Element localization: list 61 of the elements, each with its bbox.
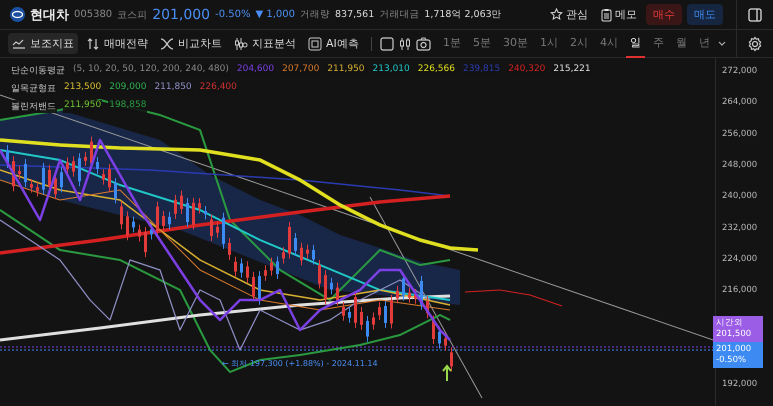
square-icon[interactable] bbox=[380, 36, 394, 50]
up-arrow-marker bbox=[442, 364, 452, 382]
watch-button[interactable]: 관심 bbox=[546, 7, 592, 22]
settings-icon[interactable] bbox=[747, 36, 763, 52]
toolbar-tab[interactable]: 보조지표 bbox=[8, 33, 78, 54]
indicator-value: 211,950 bbox=[63, 100, 102, 113]
amount-label: 거래대금 bbox=[379, 8, 420, 21]
toolbar-tab[interactable]: 매매전략 bbox=[82, 33, 152, 54]
toolbar-tab[interactable]: 지표분석 bbox=[230, 33, 300, 54]
axis-label: 264,000 bbox=[722, 97, 758, 108]
indicator-name: 볼린저밴드 bbox=[10, 100, 57, 113]
sliders-icon bbox=[234, 36, 248, 50]
toolbar-tab[interactable]: AI예측 bbox=[304, 33, 363, 54]
candlestick-icon[interactable] bbox=[398, 36, 412, 50]
period-tab[interactable]: 일 bbox=[626, 29, 645, 58]
period-tab[interactable]: 월 bbox=[672, 29, 691, 58]
after-hours-price-tag: 시간외 201,500 bbox=[713, 316, 763, 342]
stock-code: 005380 bbox=[74, 9, 112, 20]
period-tab[interactable]: 1분 bbox=[439, 29, 465, 58]
up-down-arrows-icon bbox=[86, 36, 100, 50]
current-price-tag: 201,000 -0.50% bbox=[713, 342, 763, 368]
current-price: 201,000 bbox=[152, 6, 210, 22]
crossing-arrows-icon bbox=[160, 36, 174, 50]
indicator-name: 일목균형표 bbox=[10, 82, 57, 95]
volume-value: 837,561 bbox=[334, 9, 374, 20]
volume-label: 거래량 bbox=[300, 8, 330, 21]
axis-label: 224,000 bbox=[722, 254, 758, 264]
camera-icon[interactable] bbox=[416, 36, 431, 50]
market-name: 코스피 bbox=[117, 8, 148, 22]
axis-label: 240,000 bbox=[722, 191, 758, 202]
buy-button[interactable]: 매수 bbox=[646, 4, 682, 25]
indicator-value: 198,858 bbox=[108, 100, 148, 113]
axis-label: 232,000 bbox=[722, 222, 758, 232]
period-tab[interactable]: 30분 bbox=[499, 29, 532, 58]
period-tab[interactable]: 2시 bbox=[566, 29, 592, 58]
sell-button[interactable]: 매도 bbox=[687, 4, 723, 25]
stock-name: 현대차 bbox=[30, 6, 69, 24]
logo-icon bbox=[10, 7, 25, 22]
period-tab[interactable]: 1시 bbox=[536, 29, 562, 58]
axis-label: 192,000 bbox=[722, 379, 758, 389]
change-amount: ▼ 1,000 bbox=[255, 9, 295, 20]
low-price-marker: ← 최저 197,300 (+1.88%) - 2024.11.14 bbox=[222, 358, 378, 369]
star-icon bbox=[550, 8, 563, 21]
clipboard-icon bbox=[601, 8, 612, 22]
amount-value: 1,718억 2,063만 bbox=[424, 8, 502, 21]
chevron-down-icon[interactable] bbox=[718, 40, 726, 46]
line-chart-icon bbox=[12, 36, 26, 50]
period-tab[interactable]: 주 bbox=[649, 29, 668, 58]
axis-label: 216,000 bbox=[722, 285, 758, 296]
period-tab[interactable]: 4시 bbox=[596, 29, 622, 58]
side-panel-icon[interactable] bbox=[748, 8, 762, 22]
change-percent: -0.50% bbox=[215, 9, 250, 20]
axis-label: 272,000 bbox=[722, 66, 758, 76]
ai-chip-icon bbox=[308, 36, 322, 50]
toolbar-tab[interactable]: 비교차트 bbox=[156, 33, 226, 54]
axis-label: 248,000 bbox=[722, 160, 758, 170]
period-tab[interactable]: 5분 bbox=[469, 29, 495, 58]
indicator-name: 단순이동평균 bbox=[10, 64, 66, 77]
axis-label: 256,000 bbox=[722, 128, 758, 139]
period-tab[interactable]: 년 bbox=[695, 29, 714, 58]
memo-button[interactable]: 메모 bbox=[597, 7, 641, 22]
